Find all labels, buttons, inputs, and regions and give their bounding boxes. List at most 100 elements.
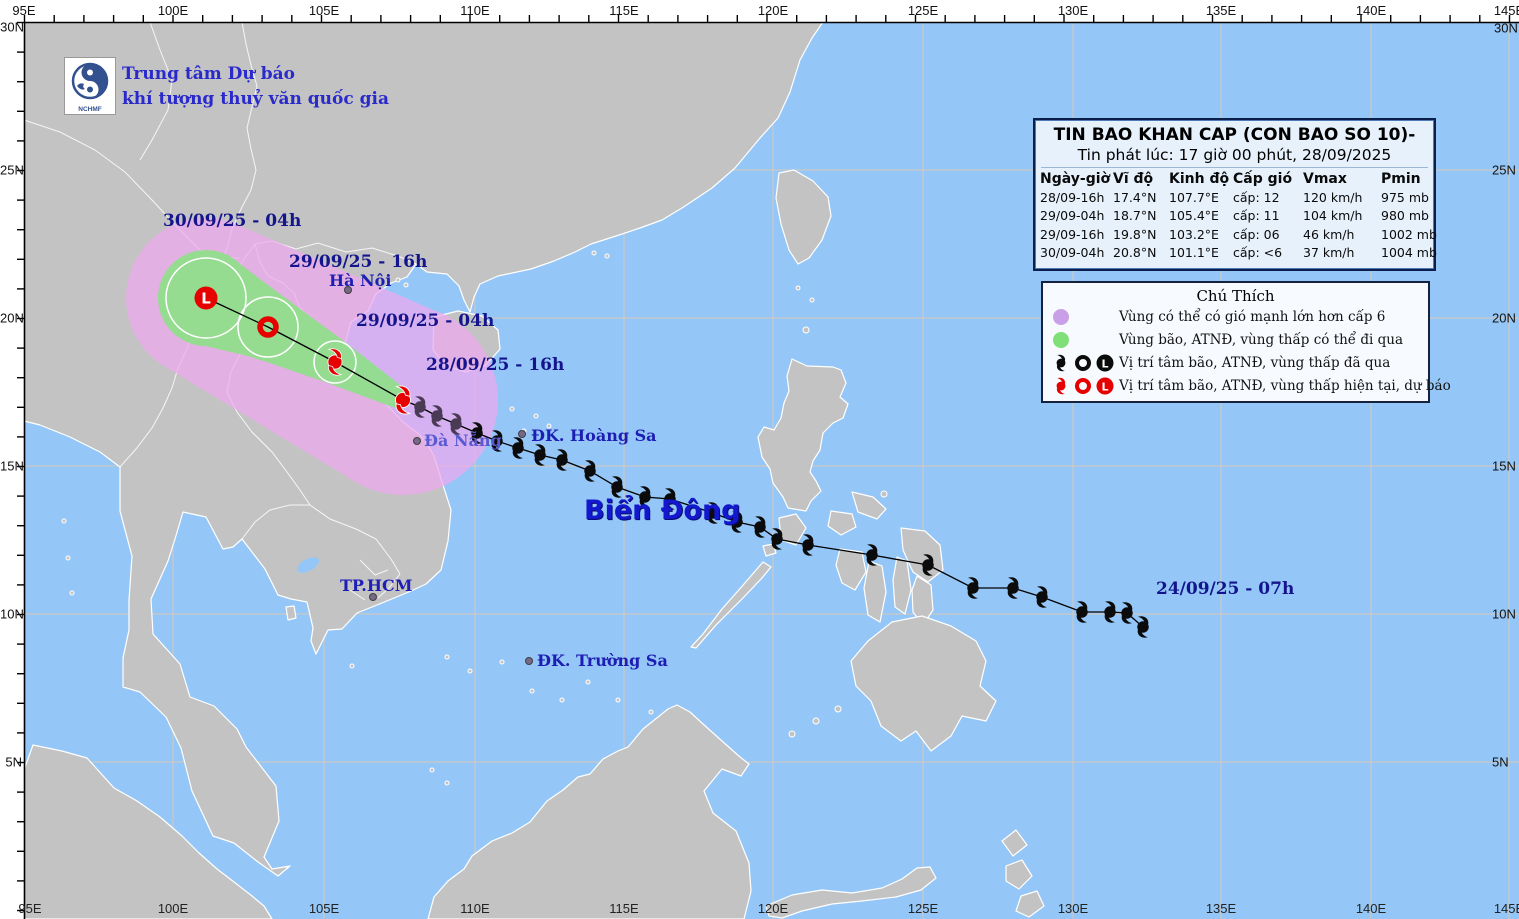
axis-label-right-20N: 20N: [1492, 310, 1516, 326]
svg-text:L: L: [1101, 380, 1108, 393]
label-bien-dong: Biển Đông: [584, 495, 741, 526]
axis-label-right-15N: 15N: [1492, 458, 1516, 474]
bulletin-issued-time: Tin phát lúc: 17 giờ 00 phút, 28/09/2025: [1041, 146, 1428, 168]
legend-label-3: Vị trí tâm bão, ATNĐ, vùng thấp hiện tại…: [1119, 377, 1451, 394]
axis-label-bottom-130E: 130E: [1057, 901, 1089, 916]
islet: [403, 282, 409, 288]
forecast-col-4: Vmax: [1303, 171, 1347, 187]
forecast-cell-r0c5: 975 mb: [1381, 189, 1429, 205]
islet: [499, 659, 505, 665]
dot-danang: [413, 437, 421, 445]
forecast-cell-r0c4: 120 km/h: [1303, 189, 1363, 205]
forecast-symbols-icon: L: [1056, 377, 1114, 394]
axis-label-left-25N: 25N: [0, 162, 24, 178]
forecast-cell-r1c3: cấp: 11: [1233, 208, 1280, 223]
axis-label-top-125E: 125E: [907, 3, 939, 18]
forecast-cell-r2c3: cấp: 06: [1233, 226, 1280, 242]
area-purple-symbol: [1051, 307, 1119, 327]
islet: [533, 413, 539, 419]
islet: [615, 697, 621, 703]
bulletin-title: TIN BAO KHAN CAP (CON BAO SO 10)-: [1053, 125, 1416, 145]
axis-label-bottom-135E: 135E: [1205, 901, 1237, 916]
forecast-cell-r1c0: 29/09-04h: [1040, 208, 1105, 223]
forecast-time-29-09-04h: 29/09/25 - 04h: [356, 311, 495, 331]
islet: [444, 780, 450, 786]
forecast-cell-r3c3: cấp: <6: [1233, 245, 1283, 260]
axis-label-right-10N: 10N: [1492, 606, 1516, 622]
axis-label-right-30N: 30N: [1494, 20, 1518, 36]
agency-name-line1: Trung tâm Dự báo: [122, 64, 295, 84]
axis-label-bottom-140E: 140E: [1355, 901, 1387, 916]
forecast-cell-r1c1: 18.7°N: [1113, 208, 1157, 223]
forecast-cell-r2c4: 46 km/h: [1303, 226, 1355, 242]
label-hoang-sa: ĐK. Hoàng Sa: [531, 426, 657, 445]
islet: [834, 705, 842, 713]
axis-label-left-5N: 5N: [5, 754, 22, 770]
forecast-cell-r0c2: 107.7°E: [1169, 189, 1219, 205]
islet: [809, 297, 815, 303]
islet: [61, 518, 67, 524]
forecast-col-0: Ngày-giờ: [1040, 171, 1111, 187]
low-pressure-L: L: [201, 290, 211, 308]
forecast-cell-r3c5: 1004 mb: [1381, 245, 1437, 260]
dot-hoang-sa: [518, 430, 526, 438]
axis-label-left-30N: 30N: [0, 19, 24, 35]
area-green-symbol: [1051, 330, 1119, 350]
axis-label-top-135E: 135E: [1205, 3, 1237, 18]
legend-item-forecast-symbols: L Vị trí tâm bão, ATNĐ, vùng thấp hiện tạ…: [1051, 374, 1451, 397]
legend-label-0: Vùng có thể có gió mạnh lớn hơn cấp 6: [1119, 308, 1386, 325]
axis-label-bottom-115E: 115E: [609, 901, 639, 916]
forecast-cell-r2c0: 29/09-16h: [1040, 226, 1105, 242]
axis-label-top-95E: 95E: [12, 3, 36, 18]
axis-label-top-130E: 130E: [1057, 3, 1089, 18]
islet: [648, 709, 654, 715]
legend-item-past-symbols: L Vị trí tâm bão, ATNĐ, vùng thấp đã qua: [1051, 351, 1428, 374]
forecast-cell-r2c1: 19.8°N: [1113, 226, 1157, 242]
islet: [604, 253, 610, 259]
islet: [429, 767, 435, 773]
label-hanoi: Hà Nội: [329, 271, 392, 290]
area-green-icon: [1053, 331, 1069, 348]
area-purple-icon: [1053, 308, 1069, 325]
islet: [395, 277, 401, 283]
axis-label-bottom-105E: 105E: [308, 901, 340, 916]
label-truong-sa: ĐK. Trường Sa: [537, 651, 668, 670]
axis-label-bottom-110E: 110E: [460, 901, 490, 916]
forecast-cell-r0c3: cấp: 12: [1233, 189, 1280, 205]
axis-label-left-20N: 20N: [0, 310, 24, 326]
past-symbols-symbol: L: [1051, 353, 1119, 373]
forecast-cell-r1c4: 104 km/h: [1303, 208, 1363, 223]
islet: [802, 326, 810, 334]
axis-label-bottom-125E: 125E: [907, 901, 939, 916]
start-time-24-09-07h: 24/09/25 - 07h: [1156, 579, 1295, 599]
nchmf-logo: NCHMF: [64, 57, 116, 115]
forecast-symbols-symbol: L: [1051, 376, 1119, 396]
islet: [795, 285, 801, 291]
islet: [591, 250, 597, 256]
nchmf-emblem-icon: [71, 62, 109, 100]
forecast-cell-r2c5: 1002 mb: [1381, 226, 1437, 242]
agency-name-line2: khí tượng thuỷ văn quốc gia: [122, 89, 389, 109]
current-time-28-09-16h: 28/09/25 - 16h: [426, 355, 565, 375]
axis-label-top-140E: 140E: [1355, 3, 1387, 18]
axis-label-top-120E: 120E: [757, 3, 789, 18]
islet: [559, 697, 565, 703]
islet: [788, 730, 796, 738]
forecast-col-1: Vĩ độ: [1113, 171, 1154, 187]
axis-label-top-115E: 115E: [609, 3, 639, 18]
legend-rows: Vùng có thể có gió mạnh lớn hơn cấp 6 Vùn…: [1043, 305, 1451, 397]
islet: [349, 663, 355, 669]
legend-label-2: Vị trí tâm bão, ATNĐ, vùng thấp đã qua: [1119, 354, 1391, 371]
axis-label-bottom-145E: 145E: [1493, 901, 1519, 916]
axis-label-top-145E: 145E: [1493, 3, 1519, 18]
islet: [585, 679, 591, 685]
axis-label-right-5N: 5N: [1492, 754, 1509, 770]
axis-label-bottom-120E: 120E: [757, 901, 789, 916]
legend-item-area-purple: Vùng có thể có gió mạnh lớn hơn cấp 6: [1051, 305, 1428, 328]
forecast-table: Ngày-giờ Vĩ độ Kinh độ Cấp gió Vmax Pmin 28/09…: [1035, 170, 1437, 263]
forecast-cell-r0c1: 17.4°N: [1113, 189, 1157, 205]
legend-panel: Chú Thích Vùng có thể có gió mạnh lớn hơ…: [1041, 281, 1451, 403]
agency-name: Trung tâm Dự báo khí tượng thuỷ văn quốc…: [122, 62, 389, 112]
axis-label-left-10N: 10N: [0, 606, 24, 622]
axis-label-top-105E: 105E: [308, 3, 340, 18]
